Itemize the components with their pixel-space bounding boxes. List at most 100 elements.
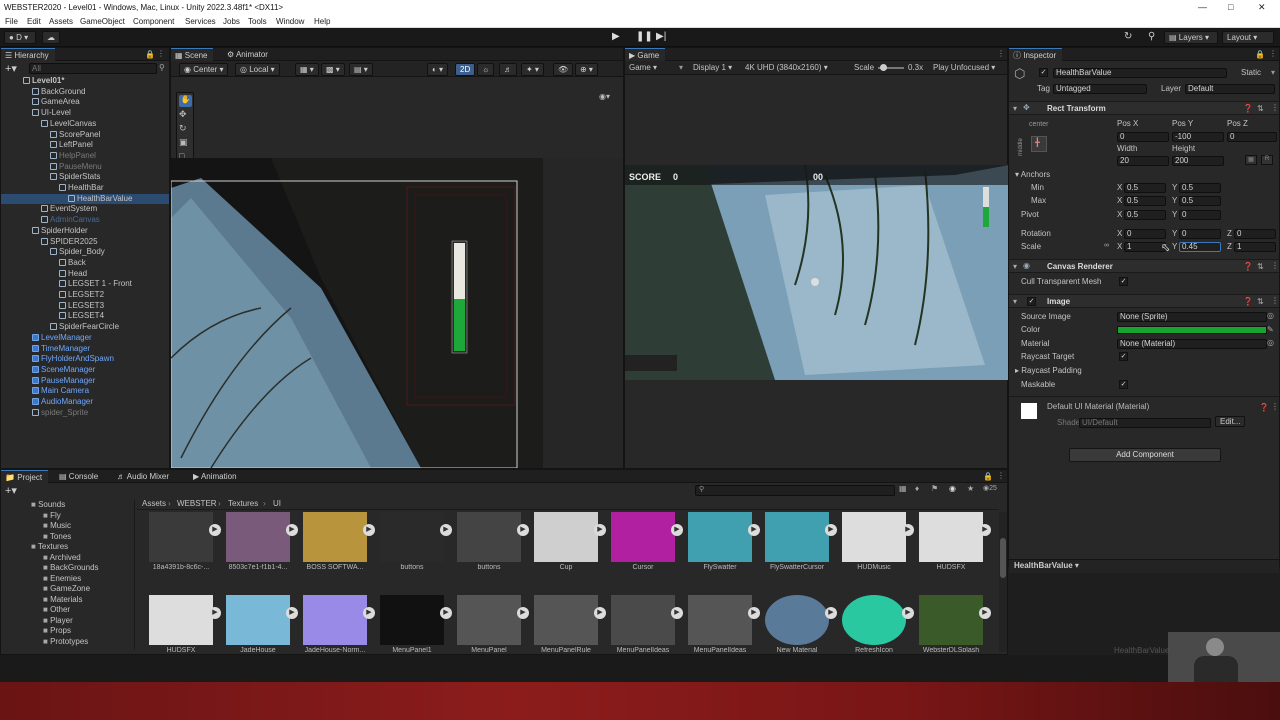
inspector-kebab-icon[interactable]: ⋮ bbox=[1269, 49, 1277, 58]
asset-thumbnail[interactable] bbox=[919, 595, 983, 645]
breadcrumb-assets[interactable]: Assets bbox=[142, 499, 166, 509]
asset-thumbnail[interactable] bbox=[534, 595, 598, 645]
inspector-lock-icon[interactable]: 🔒 bbox=[1255, 50, 1265, 59]
add-component-button[interactable]: Add Component bbox=[1069, 448, 1221, 462]
scene-viewport[interactable] bbox=[171, 158, 623, 468]
scale-slider-handle[interactable] bbox=[880, 64, 887, 71]
hierarchy-item[interactable]: PauseManager bbox=[1, 376, 169, 386]
asset-play-icon[interactable]: ▶ bbox=[209, 524, 221, 536]
rotation-z-field[interactable]: 0 bbox=[1234, 229, 1276, 239]
asset-play-icon[interactable]: ▶ bbox=[363, 607, 375, 619]
image-kebab-icon[interactable]: ⋮ bbox=[1271, 296, 1279, 305]
hierarchy-item[interactable]: LevelManager bbox=[1, 333, 169, 343]
asset-play-icon[interactable]: ▶ bbox=[363, 524, 375, 536]
toggle-2d-button[interactable]: 2D bbox=[455, 63, 476, 76]
space-dropdown[interactable]: ◎ Local ▾ bbox=[235, 63, 280, 76]
hierarchy-item[interactable]: SpiderHolder bbox=[1, 226, 169, 236]
lighting-icon[interactable]: ☼ bbox=[477, 63, 495, 76]
eyedropper-icon[interactable]: ✎ bbox=[1267, 325, 1274, 334]
min-x-field[interactable]: 0.5 bbox=[1124, 183, 1166, 193]
breadcrumb-webster[interactable]: WEBSTER bbox=[177, 499, 217, 509]
asset-thumbnail[interactable] bbox=[765, 595, 829, 645]
hierarchy-item[interactable]: SpiderStats bbox=[1, 172, 169, 182]
hierarchy-item[interactable]: AudioManager bbox=[1, 397, 169, 407]
asset-play-icon[interactable]: ▶ bbox=[979, 607, 991, 619]
hierarchy-item[interactable]: LevelCanvas bbox=[1, 119, 169, 129]
project-search-input[interactable] bbox=[695, 485, 895, 496]
folder-item[interactable]: ■ Enemies bbox=[1, 574, 81, 584]
shader-edit-button[interactable]: Edit... bbox=[1215, 416, 1246, 427]
tag-dropdown[interactable]: Untagged bbox=[1053, 84, 1147, 94]
material-kebab-icon[interactable]: ⋮ bbox=[1271, 402, 1279, 411]
anchor-presets-button[interactable]: ╋ bbox=[1031, 136, 1047, 152]
move-tool-icon[interactable]: ✥ bbox=[179, 109, 187, 120]
hierarchy-item[interactable]: SPIDER2025 bbox=[1, 237, 169, 247]
canvas-preset-icon[interactable]: ⇅ bbox=[1257, 262, 1264, 271]
asset-thumbnail[interactable] bbox=[457, 512, 521, 562]
audio-icon[interactable]: ♬ bbox=[499, 63, 517, 76]
asset-thumbnail[interactable] bbox=[380, 595, 444, 645]
tab-audio-mixer[interactable]: ♬ Audio Mixer bbox=[113, 470, 175, 483]
menu-assets[interactable]: Assets bbox=[49, 17, 73, 26]
asset-play-icon[interactable]: ▶ bbox=[671, 607, 683, 619]
project-kebab-icon[interactable]: ⋮ bbox=[997, 471, 1005, 480]
project-scrollbar-thumb[interactable] bbox=[1000, 538, 1006, 578]
rect-transform-header[interactable]: ▾ ✥ Rect Transform ❓ ⇅ ⋮ bbox=[1009, 101, 1279, 115]
asset-play-icon[interactable]: ▶ bbox=[748, 524, 760, 536]
hierarchy-item[interactable]: LeftPanel bbox=[1, 140, 169, 150]
hierarchy-item[interactable]: GameArea bbox=[1, 97, 169, 107]
posz-field[interactable]: 0 bbox=[1227, 132, 1277, 142]
asset-play-icon[interactable]: ▶ bbox=[748, 607, 760, 619]
hierarchy-item[interactable]: EventSystem bbox=[1, 204, 169, 214]
hierarchy-item[interactable]: LEGSET4 bbox=[1, 311, 169, 321]
folder-item[interactable]: ■ GameZone bbox=[1, 584, 90, 594]
folder-item[interactable]: ■ Textures bbox=[1, 542, 68, 552]
object-name-field[interactable]: HealthBarValue bbox=[1053, 68, 1227, 78]
raycast-target-checkbox[interactable]: ✓ bbox=[1119, 352, 1128, 361]
breadcrumb-textures[interactable]: Textures bbox=[228, 499, 258, 509]
maskable-checkbox[interactable]: ✓ bbox=[1119, 380, 1128, 389]
menu-window[interactable]: Window bbox=[276, 17, 304, 26]
hierarchy-item[interactable]: PauseMenu bbox=[1, 162, 169, 172]
folder-item[interactable]: ■ Music bbox=[1, 521, 71, 531]
game-mode-dropdown[interactable]: Game ▾ bbox=[629, 63, 657, 73]
layout-dropdown[interactable]: Layout ▾ bbox=[1222, 31, 1274, 44]
foldout-icon[interactable]: ▾ bbox=[1013, 104, 1017, 113]
scale-x-field[interactable]: 1 bbox=[1124, 242, 1166, 252]
asset-thumbnail[interactable] bbox=[226, 595, 290, 645]
scale-y-field[interactable]: 0.45 bbox=[1179, 242, 1221, 252]
max-x-field[interactable]: 0.5 bbox=[1124, 196, 1166, 206]
asset-thumbnail[interactable] bbox=[149, 512, 213, 562]
hierarchy-item[interactable]: ScorePanel bbox=[1, 130, 169, 140]
project-add-icon[interactable]: +▾ bbox=[5, 484, 17, 497]
menu-tools[interactable]: Tools bbox=[248, 17, 267, 26]
maximize-icon[interactable]: □ bbox=[1228, 2, 1233, 12]
lock-icon[interactable]: 🔒 bbox=[145, 50, 155, 59]
folder-item[interactable]: ■ Props bbox=[1, 626, 71, 636]
canvas-renderer-header[interactable]: ▾ ◉ Canvas Renderer ❓ ⇅ ⋮ bbox=[1009, 259, 1279, 273]
hierarchy-item[interactable]: SpiderFearCircle bbox=[1, 322, 169, 332]
image-help-icon[interactable]: ❓ bbox=[1243, 297, 1253, 306]
cloud-icon[interactable]: ☁ bbox=[42, 31, 60, 44]
asset-play-icon[interactable]: ▶ bbox=[825, 607, 837, 619]
asset-thumbnail[interactable] bbox=[688, 595, 752, 645]
search-by-type-icon[interactable]: ▦ bbox=[899, 484, 907, 493]
asset-play-icon[interactable]: ▶ bbox=[286, 524, 298, 536]
hierarchy-item[interactable]: Spider_Body bbox=[1, 247, 169, 257]
filter-icon[interactable]: ⚲ bbox=[159, 63, 165, 72]
tab-animator[interactable]: ⚙ Animator bbox=[223, 48, 274, 61]
asset-play-icon[interactable]: ▶ bbox=[825, 524, 837, 536]
scale-z-field[interactable]: 1 bbox=[1234, 242, 1276, 252]
asset-play-icon[interactable]: ▶ bbox=[594, 607, 606, 619]
account-dropdown[interactable]: ● D ▾ bbox=[4, 31, 36, 44]
asset-thumbnail[interactable] bbox=[457, 595, 521, 645]
game-kebab-icon[interactable]: ⋮ bbox=[997, 49, 1005, 58]
add-icon[interactable]: +▾ bbox=[5, 62, 17, 75]
search-icon[interactable]: ⚲ bbox=[1148, 31, 1155, 42]
tab-hierarchy[interactable]: ☰ Hierarchy bbox=[1, 48, 55, 61]
asset-play-icon[interactable]: ▶ bbox=[440, 607, 452, 619]
hierarchy-item[interactable]: LEGSET3 bbox=[1, 301, 169, 311]
folder-item[interactable]: ■ BackGrounds bbox=[1, 563, 99, 573]
visibility-icon[interactable]: 👁 bbox=[553, 63, 574, 76]
hierarchy-item[interactable]: Head bbox=[1, 269, 169, 279]
